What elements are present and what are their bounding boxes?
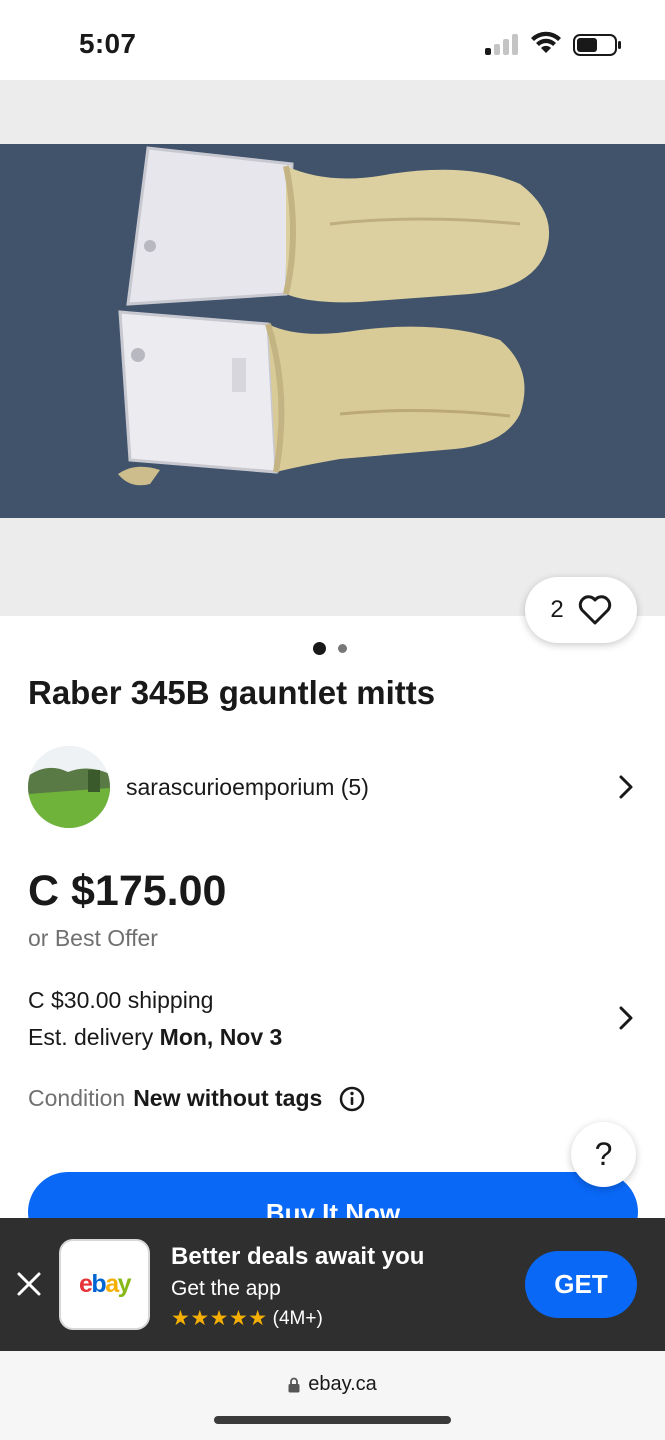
shipping-cost: C $30.00 shipping [28,987,214,1013]
seller-name[interactable]: sarascurioemporium (5) [126,774,369,801]
carousel-dot[interactable] [338,644,347,653]
carousel-dot-active[interactable] [313,642,326,655]
seller-row[interactable]: sarascurioemporium (5) [28,746,640,828]
app-rating: ★★★★★ (4M+) [171,1306,323,1331]
condition-label: Condition [28,1085,126,1111]
heart-icon [578,595,611,625]
banner-subtitle: Get the app [171,1277,281,1300]
delivery-label: Est. delivery [28,1024,154,1050]
chevron-right-icon[interactable] [618,774,634,800]
watch-count: 2 [550,596,564,623]
listing-title: Raber 345B gauntlet mitts [28,674,436,711]
close-icon[interactable] [16,1271,42,1297]
delivery-estimate: Est. delivery Mon, Nov 3 [28,1024,282,1051]
price: C $175.00 [28,867,227,915]
star-rating-icon: ★★★★★ [171,1307,268,1330]
condition-value: New without tags [133,1085,323,1111]
condition-row: Condition New without tags [28,1085,365,1112]
help-button[interactable]: ? [571,1122,636,1187]
carousel-indicator [313,642,347,655]
ebay-logo: ebay [79,1270,132,1298]
shipping-chevron-right-icon[interactable] [618,1005,634,1031]
status-bar: 5:07 [0,0,665,80]
rating-count: (4M+) [272,1307,323,1329]
get-app-button[interactable]: GET [525,1251,637,1318]
lock-icon [288,1377,300,1392]
url-text: ebay.ca [308,1373,377,1395]
home-indicator[interactable] [214,1416,451,1424]
clock: 5:07 [79,28,137,59]
delivery-date: Mon, Nov 3 [159,1024,283,1050]
best-offer-text: or Best Offer [28,925,158,951]
wifi-icon [531,31,561,53]
battery-icon [573,34,621,56]
banner-title: Better deals await you [171,1243,425,1270]
cellular-signal-icon [485,33,519,55]
info-icon[interactable] [339,1086,365,1112]
watch-button[interactable]: 2 [525,577,637,643]
ebay-app-logo: ebay [59,1239,150,1330]
seller-avatar [28,746,110,828]
product-photo[interactable] [0,144,665,518]
address-bar[interactable]: ebay.ca [0,1373,665,1396]
